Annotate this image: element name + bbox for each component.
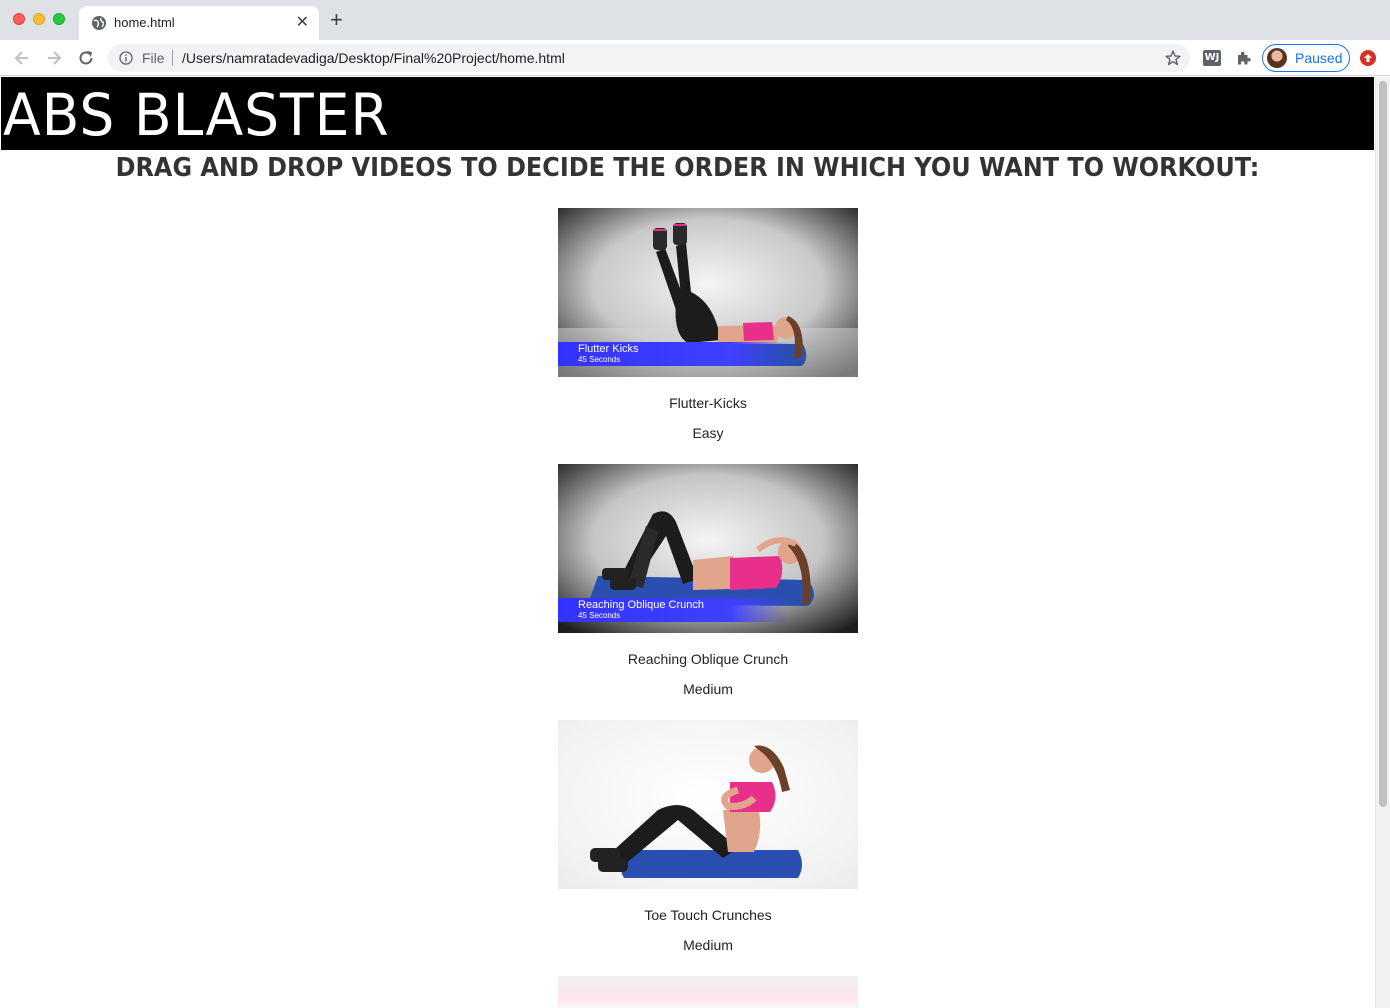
- browser-tab-strip: home.html ✕ +: [0, 0, 1390, 40]
- minimize-window-button[interactable]: [33, 13, 45, 25]
- site-title: ABS BLASTER: [3, 81, 390, 149]
- profile-button[interactable]: Paused: [1262, 44, 1350, 72]
- video-overlay-duration: 45 Seconds: [578, 611, 621, 620]
- video-difficulty: Medium: [683, 937, 733, 953]
- video-overlay-title: Flutter Kicks: [578, 343, 639, 355]
- video-thumbnail[interactable]: Reaching Oblique Crunch 45 Seconds: [558, 464, 858, 633]
- url-text[interactable]: /Users/namratadevadiga/Desktop/Final%20P…: [182, 50, 565, 66]
- globe-icon: [92, 16, 106, 30]
- video-thumbnail[interactable]: [558, 720, 858, 889]
- video-name: Toe Touch Crunches: [644, 907, 772, 923]
- video-caption-bar: Reaching Oblique Crunch 45 Seconds: [558, 598, 788, 622]
- site-header: ABS BLASTER: [1, 77, 1374, 150]
- video-overlay-title: Reaching Oblique Crunch: [578, 599, 704, 611]
- page-viewport: ABS BLASTER DRAG AND DROP VIDEOS TO DECI…: [0, 77, 1390, 1008]
- video-name: Flutter-Kicks: [669, 395, 747, 411]
- url-scheme-label: File: [142, 50, 165, 66]
- video-card[interactable]: Toe Touch Crunches Medium: [558, 720, 858, 953]
- vertical-scrollbar[interactable]: [1375, 77, 1390, 1008]
- video-card[interactable]: Reaching Oblique Crunch 45 Seconds Reach…: [558, 464, 858, 697]
- extensions-puzzle-icon[interactable]: [1235, 49, 1253, 67]
- avatar: [1267, 48, 1287, 68]
- maximize-window-button[interactable]: [53, 13, 65, 25]
- info-icon[interactable]: [119, 51, 133, 65]
- video-caption-bar: Flutter Kicks 45 Seconds: [558, 342, 788, 366]
- scrollbar-thumb[interactable]: [1379, 81, 1387, 807]
- browser-tab[interactable]: home.html ✕: [79, 6, 319, 40]
- page-instructions: DRAG AND DROP VIDEOS TO DECIDE THE ORDER…: [115, 153, 1260, 183]
- bookmark-star-icon[interactable]: [1164, 49, 1182, 67]
- extension-wj-icon[interactable]: WJ: [1203, 50, 1221, 66]
- video-difficulty: Medium: [683, 681, 733, 697]
- toe-touch-crunches-image: [558, 720, 858, 889]
- video-name: Reaching Oblique Crunch: [627, 651, 789, 667]
- address-bar[interactable]: File /Users/namratadevadiga/Desktop/Fina…: [108, 44, 1190, 72]
- tab-title: home.html: [114, 15, 175, 30]
- forward-arrow-icon[interactable]: [44, 48, 64, 68]
- browser-toolbar: File /Users/namratadevadiga/Desktop/Fina…: [0, 40, 1390, 76]
- video-thumbnail[interactable]: Flutter Kicks 45 Seconds: [558, 208, 858, 377]
- new-tab-button[interactable]: +: [330, 9, 343, 31]
- video-card[interactable]: [558, 976, 858, 1008]
- close-tab-icon[interactable]: ✕: [296, 12, 309, 32]
- url-separator: [172, 50, 173, 66]
- video-difficulty: Easy: [692, 425, 724, 441]
- profile-status-label: Paused: [1295, 50, 1343, 66]
- video-overlay-duration: 45 Seconds: [578, 355, 621, 364]
- update-available-icon[interactable]: [1360, 50, 1376, 66]
- video-card[interactable]: Flutter Kicks 45 Seconds Flutter-Kicks E…: [558, 208, 858, 441]
- video-thumbnail[interactable]: [558, 976, 858, 1008]
- reload-icon[interactable]: [76, 48, 96, 68]
- back-arrow-icon[interactable]: [12, 48, 32, 68]
- close-window-button[interactable]: [13, 13, 25, 25]
